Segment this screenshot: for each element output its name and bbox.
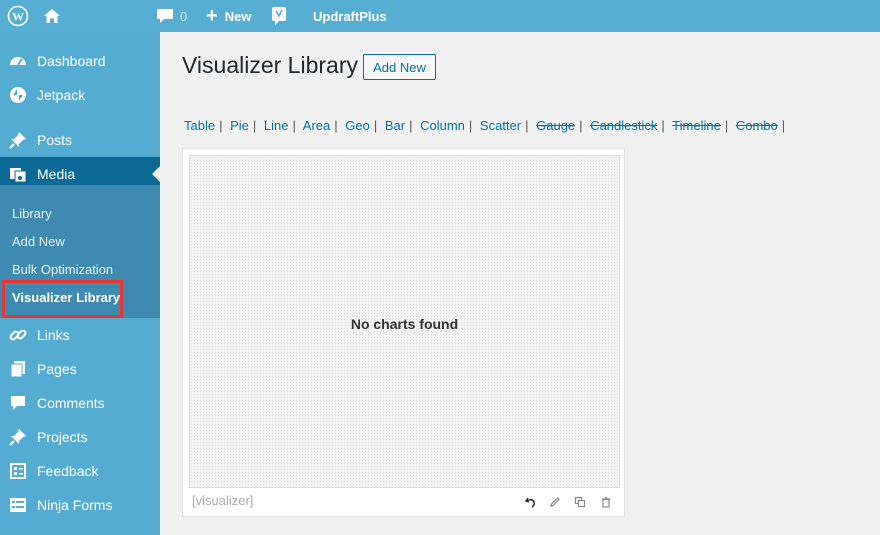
shortcode-text: [visualizer] bbox=[192, 493, 254, 508]
filter-bar-link[interactable]: Bar bbox=[385, 118, 405, 133]
sidebar-item-label: Links bbox=[37, 327, 70, 343]
new-label: New bbox=[224, 8, 252, 24]
sidebar-item-dashboard[interactable]: Dashboard bbox=[0, 44, 160, 78]
filter-candlestick-link[interactable]: Candlestick bbox=[590, 118, 657, 133]
trash-icon[interactable] bbox=[599, 495, 613, 509]
yoast-seo-icon[interactable] bbox=[271, 0, 287, 32]
comments-menu[interactable]: 0 bbox=[156, 0, 187, 32]
sidebar-item-comments[interactable]: Comments bbox=[0, 386, 160, 420]
filter-column-link[interactable]: Column bbox=[420, 118, 465, 133]
sidebar-item-label: Dashboard bbox=[37, 53, 106, 69]
link-icon bbox=[8, 325, 28, 345]
chart-preview-area: No charts found bbox=[189, 155, 620, 488]
new-content-menu[interactable]: + New bbox=[206, 0, 251, 32]
dashboard-icon bbox=[8, 51, 28, 71]
filter-line-link[interactable]: Line bbox=[264, 118, 289, 133]
pages-icon bbox=[8, 359, 28, 379]
sidebar-item-label: Comments bbox=[37, 395, 105, 411]
chart-card: No charts found [visualizer] bbox=[182, 148, 625, 517]
filter-pie-link[interactable]: Pie bbox=[230, 118, 249, 133]
filter-gauge-link[interactable]: Gauge bbox=[536, 118, 575, 133]
sidebar-item-label: Ninja Forms bbox=[37, 497, 113, 513]
submenu-item-add-new[interactable]: Add New bbox=[12, 234, 65, 249]
submenu-item-library[interactable]: Library bbox=[12, 206, 52, 221]
add-new-button[interactable]: Add New bbox=[363, 54, 436, 80]
sidebar-item-label: Posts bbox=[37, 132, 73, 148]
filter-scatter-link[interactable]: Scatter bbox=[480, 118, 521, 133]
sidebar-item-posts[interactable]: Posts bbox=[0, 123, 160, 157]
sidebar-item-ninja-forms[interactable]: Ninja Forms bbox=[0, 488, 160, 522]
chart-type-filter: Table | Pie | Line | Area | Geo | Bar | Column… bbox=[184, 118, 786, 133]
sidebar-item-jetpack[interactable]: Jetpack bbox=[0, 78, 160, 112]
updraftplus-label: UpdraftPlus bbox=[313, 8, 387, 24]
svg-text:W: W bbox=[12, 10, 24, 24]
filter-table-link[interactable]: Table bbox=[184, 118, 215, 133]
sidebar-item-links[interactable]: Links bbox=[0, 318, 160, 352]
empty-message: No charts found bbox=[350, 316, 459, 332]
undo-icon[interactable] bbox=[524, 495, 538, 509]
media-icon bbox=[8, 164, 28, 184]
pin-icon bbox=[8, 427, 28, 447]
submenu-item-bulk-optimization[interactable]: Bulk Optimization bbox=[12, 262, 113, 277]
sidebar-item-pages[interactable]: Pages bbox=[0, 352, 160, 386]
filter-combo-link[interactable]: Combo bbox=[736, 118, 778, 133]
filter-area-link[interactable]: Area bbox=[303, 118, 330, 133]
sidebar-item-label: Media bbox=[37, 166, 76, 182]
sidebar-item-feedback[interactable]: Feedback bbox=[0, 454, 160, 488]
admin-bar: W 0 + New UpdraftPlus bbox=[0, 0, 880, 32]
comment-bubble-icon bbox=[156, 8, 174, 24]
forms-icon bbox=[8, 495, 28, 515]
sidebar-item-label: Pages bbox=[37, 361, 77, 377]
comments-count: 0 bbox=[180, 8, 188, 24]
updraftplus-menu[interactable]: UpdraftPlus bbox=[313, 0, 387, 32]
sidebar-item-label: Feedback bbox=[37, 463, 99, 479]
sidebar-item-label: Jetpack bbox=[37, 87, 86, 103]
jetpack-icon bbox=[8, 85, 28, 105]
filter-geo-link[interactable]: Geo bbox=[345, 118, 370, 133]
edit-icon[interactable] bbox=[548, 495, 562, 509]
page-title: Visualizer Library bbox=[182, 52, 358, 78]
pin-icon bbox=[8, 130, 28, 150]
sidebar-item-projects[interactable]: Projects bbox=[0, 420, 160, 454]
clone-icon[interactable] bbox=[573, 495, 587, 509]
home-icon[interactable] bbox=[43, 0, 61, 32]
comment-icon bbox=[8, 393, 28, 413]
feedback-icon bbox=[8, 461, 28, 481]
wordpress-logo-icon[interactable]: W bbox=[7, 0, 29, 32]
plus-icon: + bbox=[206, 5, 218, 27]
filter-timeline-link[interactable]: Timeline bbox=[672, 118, 721, 133]
highlight-box bbox=[2, 280, 123, 318]
sidebar-item-label: Projects bbox=[37, 429, 88, 445]
